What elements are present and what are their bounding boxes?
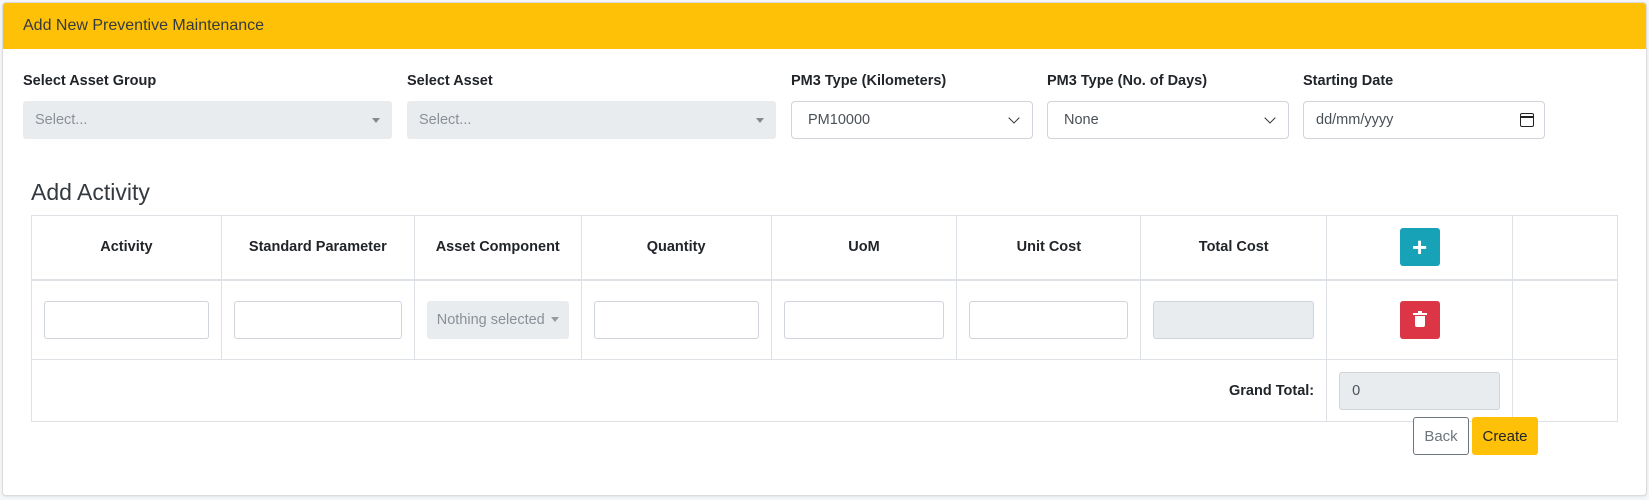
pm3-km-select[interactable]: PM10000 [791,101,1033,139]
page-title: Add New Preventive Maintenance [23,17,265,34]
pm3-days-field: PM3 Type (No. of Days) None [1047,73,1289,139]
asset-group-placeholder: Select... [35,112,88,128]
col-total-cost: Total Cost [1140,215,1328,281]
activity-cell [31,279,222,360]
calendar-icon[interactable] [1520,113,1534,127]
asset-field: Select Asset Select... [407,73,776,139]
pm3-km-value: PM10000 [808,112,871,128]
back-button[interactable]: Back [1413,417,1469,455]
pm3-km-label: PM3 Type (Kilometers) [791,73,947,89]
grand-total-input: 0 [1339,371,1501,410]
asset-group-select[interactable]: Select... [23,101,392,139]
start-date-label: Starting Date [1303,73,1394,89]
trash-icon [1412,310,1427,327]
pm3-km-field: PM3 Type (Kilometers) PM10000 [791,73,1033,139]
caret-down-icon [550,317,559,323]
grand-total-label: Grand Total: [30,359,1328,422]
uom-cell [770,279,958,360]
add-activity-title: Add Activity [31,179,150,205]
start-date-input[interactable]: dd/mm/yyyy [1303,101,1545,139]
start-date-placeholder: dd/mm/yyyy [1316,112,1394,128]
card-header: Add New Preventive Maintenance [3,3,1646,49]
form-row: Select Asset Group Select... Select Asse… [3,73,1646,143]
extra-cell [1512,359,1618,422]
col-unit-cost: Unit Cost [956,215,1142,281]
caret-down-icon [756,117,764,123]
asset-select[interactable]: Select... [407,101,776,139]
total-cost-input [1153,300,1315,339]
standard-parameter-cell [220,279,415,360]
pm3-days-select[interactable]: None [1047,101,1289,139]
add-row-button[interactable]: + [1399,228,1440,267]
col-actions: + [1326,215,1514,281]
asset-group-label: Select Asset Group [23,73,157,89]
caret-down-icon [372,117,380,123]
table-header-row: Activity Standard Parameter Asset Compon… [31,215,1618,281]
grand-total-value: 0 [1352,382,1361,399]
total-cost-cell [1140,279,1328,360]
asset-placeholder: Select... [419,112,472,128]
asset-label: Select Asset [407,73,493,89]
delete-cell [1326,279,1514,360]
col-standard-parameter: Standard Parameter [220,215,415,281]
start-date-field: Starting Date dd/mm/yyyy [1303,73,1545,139]
pm3-days-label: PM3 Type (No. of Days) [1047,73,1208,89]
col-uom: UoM [770,215,958,281]
standard-parameter-input[interactable] [233,300,402,339]
chevron-down-icon [1008,112,1020,124]
grand-total-cell: 0 [1326,359,1514,422]
pm3-days-value: None [1064,112,1099,128]
pm-form-card: Add New Preventive Maintenance Select As… [2,2,1647,496]
plus-icon: + [1411,231,1428,262]
unit-cost-cell [956,279,1142,360]
unit-cost-input[interactable] [969,300,1129,339]
activity-input[interactable] [44,300,209,339]
quantity-input[interactable] [593,300,759,339]
table-row: Nothing selected [31,279,1618,360]
create-button[interactable]: Create [1472,417,1538,455]
asset-component-select[interactable]: Nothing selected [426,300,569,339]
grand-total-row: Grand Total: 0 [30,359,1618,422]
delete-row-button[interactable] [1399,300,1440,339]
activity-table: Activity Standard Parameter Asset Compon… [30,215,1618,422]
asset-component-placeholder: Nothing selected [436,311,545,328]
asset-component-cell: Nothing selected [413,279,582,360]
extra-cell [1512,279,1618,360]
quantity-cell [580,279,772,360]
col-activity: Activity [31,215,222,281]
uom-input[interactable] [783,300,945,339]
col-asset-component: Asset Component [413,215,582,281]
col-quantity: Quantity [580,215,772,281]
chevron-down-icon [1264,112,1276,124]
col-extra [1512,215,1618,281]
asset-group-field: Select Asset Group Select... [23,73,392,139]
